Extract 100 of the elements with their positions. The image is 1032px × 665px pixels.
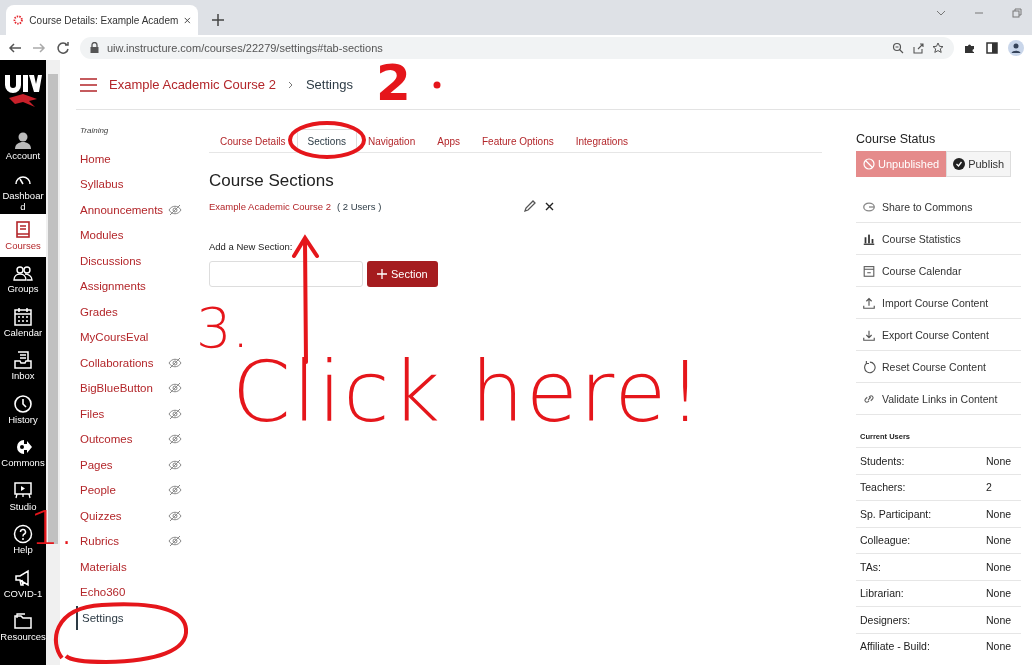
url-text: uiw.instructure.com/courses/22279/settings#tab-sections: [107, 41, 383, 54]
global-nav-item[interactable]: COVID-1: [0, 561, 46, 605]
global-nav-item[interactable]: Account: [0, 124, 46, 168]
zoom-icon[interactable]: [892, 41, 904, 54]
monitor-icon: [13, 480, 33, 501]
course-nav-link[interactable]: Home: [80, 152, 111, 165]
status-heading: Course Status: [856, 132, 937, 146]
help-icon: [13, 524, 33, 545]
close-icon[interactable]: [545, 202, 554, 211]
side-panel-icon[interactable]: [986, 41, 998, 54]
breadcrumb-link[interactable]: Example Academic Course 2: [109, 77, 276, 92]
course-nav-link[interactable]: Settings: [76, 605, 124, 630]
global-nav-item[interactable]: Dashboard: [0, 167, 46, 214]
course-nav-link[interactable]: Discussions: [80, 254, 142, 267]
share-icon: [862, 199, 876, 214]
global-nav-item[interactable]: Courses: [0, 213, 46, 257]
global-nav-item[interactable]: Groups: [0, 257, 46, 301]
chevron-icon[interactable]: [936, 8, 946, 18]
role-count: None: [986, 560, 1012, 573]
course-nav-link[interactable]: Announcements: [80, 203, 164, 216]
course-nav-link[interactable]: BigBlueButton: [80, 382, 153, 395]
role-label: Affiliate - Build:: [860, 640, 931, 653]
section-name-field[interactable]: [209, 261, 363, 287]
settings-tab[interactable]: Navigation: [356, 129, 427, 153]
publish-button[interactable]: Publish: [946, 151, 1012, 177]
profile-icon[interactable]: [1008, 39, 1024, 56]
star-icon[interactable]: [932, 41, 944, 54]
course-nav-link[interactable]: Outcomes: [80, 433, 133, 446]
course-nav-link[interactable]: Syllabus: [80, 178, 124, 191]
course-nav-link[interactable]: People: [80, 484, 116, 497]
role-count: None: [986, 640, 1012, 653]
pencil-icon[interactable]: [523, 200, 536, 213]
course-nav-link[interactable]: Assignments: [80, 280, 146, 293]
menu-icon[interactable]: [80, 77, 97, 92]
settings-tab[interactable]: Course Details: [209, 129, 297, 153]
role-label: Designers:: [860, 613, 912, 626]
course-nav-link[interactable]: MyCoursEval: [80, 331, 149, 344]
role-label: TAs:: [860, 560, 882, 573]
upload-icon: [862, 295, 876, 310]
sidebar-link[interactable]: Export Course Content: [856, 319, 1021, 351]
course-nav-link[interactable]: Quizzes: [80, 509, 122, 522]
global-nav-item[interactable]: Commons: [0, 431, 46, 475]
global-nav-item[interactable]: Resources: [0, 605, 46, 649]
role-count: None: [986, 507, 1012, 520]
role-label: Librarian:: [860, 587, 905, 600]
calendar-icon: [862, 263, 876, 278]
sidebar-link[interactable]: Share to Commons: [856, 191, 1021, 223]
settings-tab[interactable]: Integrations: [564, 129, 639, 153]
settings-tab[interactable]: Feature Options: [471, 129, 565, 153]
check-circle-icon: [953, 158, 966, 170]
role-count: None: [986, 613, 1012, 626]
book-icon: [13, 219, 33, 240]
browser-tab[interactable]: Course Details: Example Academ: [6, 5, 198, 35]
global-nav-item[interactable]: History: [0, 387, 46, 431]
settings-tab[interactable]: Sections: [296, 129, 357, 153]
role-label: Colleague:: [860, 534, 912, 547]
sidebar-link[interactable]: Validate Links in Content: [856, 383, 1021, 415]
role-count: None: [986, 587, 1012, 600]
lock-icon: [90, 42, 99, 53]
tab-title: Course Details: Example Academ: [29, 14, 179, 26]
role-label: Teachers:: [860, 481, 907, 494]
clock-icon: [13, 393, 33, 414]
reload-icon[interactable]: [56, 40, 70, 55]
address-bar[interactable]: uiw.instructure.com/courses/22279/settings#tab-sections: [80, 36, 954, 59]
calendar-icon: [13, 306, 33, 327]
reset-icon: [862, 359, 876, 374]
course-nav-link[interactable]: Grades: [80, 305, 118, 318]
share-icon[interactable]: [912, 41, 924, 54]
sidebar-link[interactable]: Course Statistics: [856, 223, 1021, 255]
role-count: None: [986, 454, 1012, 467]
ban-icon: [863, 158, 875, 170]
role-label: Sp. Participant:: [860, 507, 933, 520]
sidebar-link[interactable]: Reset Course Content: [856, 351, 1021, 383]
breadcrumb-link[interactable]: Settings: [305, 77, 353, 92]
role-count: None: [986, 534, 1012, 547]
role-label: Students:: [860, 454, 906, 467]
annotation-dot: [433, 81, 441, 89]
course-nav-link[interactable]: Pages: [80, 458, 113, 471]
folder-icon: [13, 611, 33, 632]
section-link[interactable]: Example Academic Course 2: [209, 201, 331, 212]
account-icon: [13, 130, 33, 151]
term-label: Training: [80, 126, 110, 135]
settings-tab[interactable]: Apps: [426, 129, 471, 153]
global-nav-item[interactable]: Calendar: [0, 300, 46, 344]
course-nav-link[interactable]: Rubrics: [80, 535, 119, 548]
people-icon: [13, 263, 33, 284]
sidebar-link[interactable]: Import Course Content: [856, 287, 1021, 319]
role-count: 2: [986, 481, 992, 494]
course-nav-link[interactable]: Collaborations: [80, 356, 154, 369]
add-section-button[interactable]: Section: [367, 261, 438, 287]
back-icon[interactable]: [8, 40, 22, 55]
course-nav-link[interactable]: Files: [80, 407, 105, 420]
plus-icon: [377, 269, 387, 279]
course-nav-link[interactable]: Materials: [80, 560, 127, 573]
field-label: Add a New Section:: [209, 241, 294, 252]
course-nav-link[interactable]: Echo360: [80, 586, 126, 599]
course-nav-link[interactable]: Modules: [80, 229, 124, 242]
global-nav-item[interactable]: Inbox: [0, 344, 46, 388]
new-tab-icon[interactable]: [210, 12, 226, 28]
sidebar-link[interactable]: Course Calendar: [856, 255, 1021, 287]
